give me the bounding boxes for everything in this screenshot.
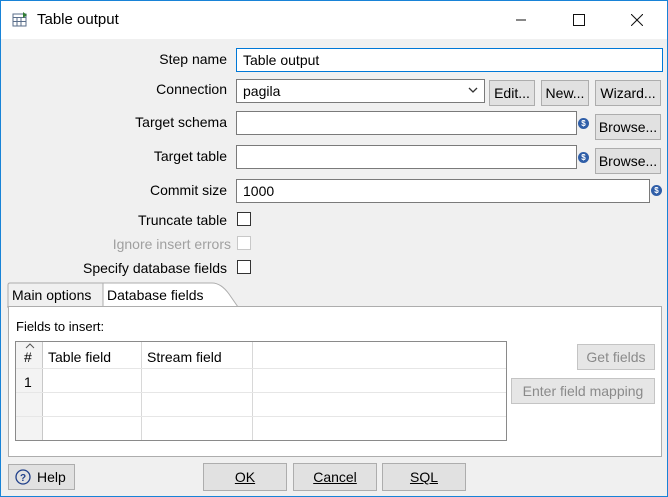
dollar-variable-icon: $ (578, 118, 589, 129)
close-button[interactable] (608, 1, 666, 39)
wizard-button[interactable]: Wizard... (595, 80, 661, 106)
ok-label: OK (234, 469, 256, 485)
enter-field-mapping-button: Enter field mapping (511, 378, 655, 404)
fields-table[interactable]: # Table field Stream field 1 (15, 341, 507, 441)
ok-button[interactable]: OK (203, 463, 287, 491)
cancel-label: Cancel (313, 469, 357, 485)
column-header-stream-field[interactable]: Stream field (147, 349, 222, 365)
tab-strip (7, 282, 662, 308)
close-icon (631, 14, 643, 26)
browse-table-button[interactable]: Browse... (595, 148, 661, 174)
target-schema-label: Target schema (135, 114, 227, 130)
specify-fields-label: Specify database fields (83, 260, 227, 276)
step-name-input[interactable]: Table output (236, 48, 663, 72)
question-circle-icon: ? (15, 469, 31, 485)
get-fields-button: Get fields (577, 344, 655, 370)
target-table-label: Target table (153, 148, 227, 164)
maximize-button[interactable] (550, 1, 608, 39)
specify-fields-checkbox[interactable] (237, 260, 251, 274)
cancel-button[interactable]: Cancel (293, 463, 377, 491)
target-table-input[interactable] (236, 145, 577, 169)
truncate-table-checkbox[interactable] (237, 212, 251, 226)
fields-caption: Fields to insert: (16, 319, 105, 334)
edit-connection-button[interactable]: Edit... (489, 80, 535, 106)
commit-size-input[interactable]: 1000 (236, 179, 650, 203)
dialog-window: Table output Step name Table output Conn… (0, 0, 668, 497)
table-output-icon (12, 12, 27, 27)
browse-schema-button[interactable]: Browse... (595, 114, 661, 140)
maximize-icon (573, 14, 585, 26)
window-title: Table output (37, 11, 119, 28)
help-label: Help (37, 469, 66, 485)
sql-label: SQL (409, 469, 438, 485)
connection-value: pagila (243, 83, 281, 99)
help-button[interactable]: ? Help (8, 464, 75, 490)
sql-button[interactable]: SQL (382, 463, 466, 491)
dollar-variable-icon: $ (578, 152, 589, 163)
connection-select[interactable]: pagila (236, 79, 485, 103)
minimize-icon (516, 19, 526, 21)
tab-database-fields[interactable]: Database fields (107, 287, 204, 303)
commit-size-label: Commit size (149, 182, 227, 198)
column-header-number: # (24, 349, 32, 365)
dollar-variable-icon: $ (651, 185, 662, 196)
connection-label: Connection (156, 81, 227, 97)
ignore-errors-label: Ignore insert errors (112, 236, 231, 252)
title-bar: Table output (1, 1, 667, 39)
target-schema-input[interactable] (236, 111, 577, 135)
column-header-table-field[interactable]: Table field (48, 349, 111, 365)
row-number: 1 (24, 374, 32, 390)
new-connection-button[interactable]: New... (541, 80, 589, 106)
step-name-label: Step name (159, 51, 227, 67)
ignore-errors-checkbox (237, 236, 251, 250)
svg-text:?: ? (20, 473, 26, 484)
chevron-down-icon (468, 87, 478, 93)
tab-main-options[interactable]: Main options (12, 287, 91, 303)
truncate-table-label: Truncate table (138, 212, 227, 228)
minimize-button[interactable] (492, 1, 550, 39)
